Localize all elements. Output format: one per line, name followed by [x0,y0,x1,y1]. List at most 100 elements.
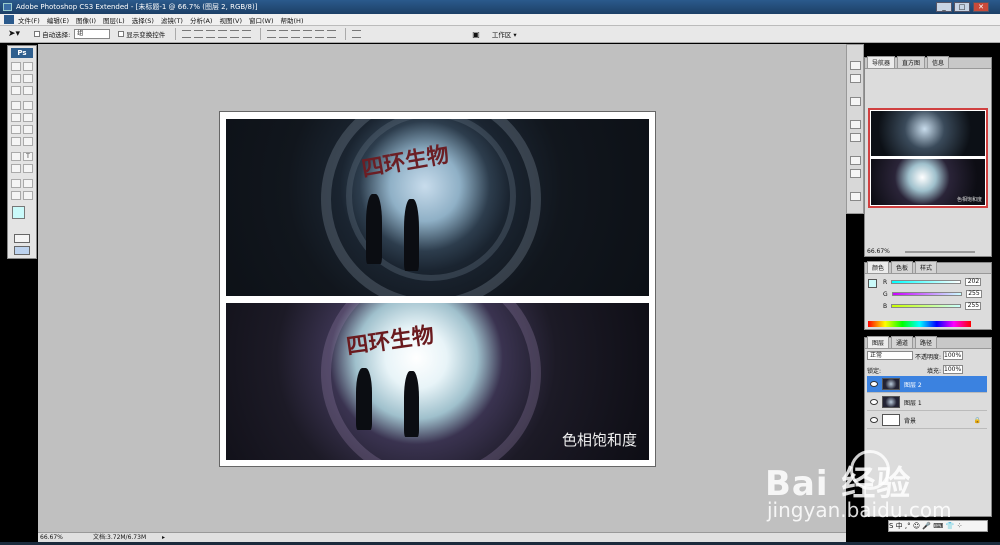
tab-paths[interactable]: 路径 [915,336,938,348]
document-canvas[interactable]: 四环生物 四环生物 色相饱和度 [219,111,656,467]
brushes-icon[interactable] [850,120,861,129]
close-button[interactable]: ✕ [973,2,989,12]
menu-layer[interactable]: 图层(L) [103,15,125,25]
slice-tool-icon[interactable] [23,86,33,95]
slider-b[interactable]: B 255 [883,302,982,310]
layer-row[interactable]: 图层 1 [867,394,987,411]
tab-layers[interactable]: 图层 [867,336,890,348]
channel-value[interactable]: 255 [965,290,982,298]
foreground-color-swatch[interactable] [12,206,25,219]
align-center-icon[interactable] [230,30,240,38]
color-fg-swatch[interactable] [868,279,877,288]
pen-tool-icon[interactable] [11,152,21,161]
navigator-zoom-slider[interactable] [905,251,975,253]
slider-track[interactable] [891,292,962,296]
eraser-tool-icon[interactable] [11,125,21,134]
gradient-tool-icon[interactable] [23,125,33,134]
tab-styles[interactable]: 样式 [915,261,938,273]
eye-icon[interactable] [870,381,878,387]
history-brush-tool-icon[interactable] [23,113,33,122]
tab-swatches[interactable]: 色板 [891,261,914,273]
align-middle-icon[interactable] [194,30,204,38]
workspace-button[interactable]: 工作区 ▾ [492,29,517,39]
distribute-bottom-icon[interactable] [291,30,301,38]
layer-comps-icon[interactable] [850,192,861,201]
distribute-right-icon[interactable] [327,30,337,38]
slider-r[interactable]: R 202 [883,278,982,286]
history-icon[interactable] [850,61,861,70]
menu-window[interactable]: 窗口(W) [249,15,274,25]
tool-presets-icon[interactable] [850,97,861,106]
ps-system-menu-icon[interactable] [4,15,14,24]
auto-select-checkbox[interactable] [34,31,41,37]
tab-channels[interactable]: 通道 [891,336,914,348]
distribute-left-icon[interactable] [303,30,313,38]
color-spectrum[interactable] [868,321,971,327]
channel-value[interactable]: 255 [965,302,982,310]
character-icon[interactable] [850,156,861,165]
menu-edit[interactable]: 编辑(E) [47,15,69,25]
layer-name[interactable]: 图层 1 [904,398,922,407]
zoom-tool-icon[interactable] [23,191,33,200]
menu-image[interactable]: 图像(I) [76,15,96,25]
lasso-tool-icon[interactable] [11,74,21,83]
notes-tool-icon[interactable] [11,179,21,188]
dodge-tool-icon[interactable] [23,137,33,146]
slider-track[interactable] [891,304,962,308]
hand-tool-icon[interactable] [11,191,21,200]
auto-align-icon[interactable] [352,30,362,38]
menu-file[interactable]: 文件(F) [18,15,40,25]
tab-info[interactable]: 信息 [927,56,950,68]
show-transform-checkbox[interactable] [118,31,125,37]
zoom-level[interactable]: 66.67% [40,533,63,542]
menu-filter[interactable]: 滤镜(T) [161,15,183,25]
actions-icon[interactable] [850,74,861,83]
ime-status[interactable]: S 中 ,° ☺ 🎤 ⌨ 👕 ⁘ [889,522,962,530]
maximize-button[interactable]: □ [954,2,970,12]
clone-stamp-tool-icon[interactable] [11,113,21,122]
brush-tool-icon[interactable] [23,101,33,110]
marquee-tool-icon[interactable] [11,62,21,71]
eye-icon[interactable] [870,399,878,405]
layer-name[interactable]: 背景 [904,416,916,425]
menu-analysis[interactable]: 分析(A) [190,15,213,25]
channel-value[interactable]: 202 [965,278,982,286]
tab-navigator[interactable]: 导航器 [867,56,896,68]
healing-brush-tool-icon[interactable] [11,101,21,110]
menu-help[interactable]: 帮助(H) [281,15,304,25]
status-arrow-icon[interactable]: ▸ [162,533,165,542]
eyedropper-tool-icon[interactable] [23,179,33,188]
fill-input[interactable]: 100% [943,365,963,374]
distribute-middle-icon[interactable] [279,30,289,38]
layer-row[interactable]: 背景 🔒 [867,412,987,429]
slider-g[interactable]: G 255 [883,290,982,298]
layer-row[interactable]: 图层 2 [867,376,987,393]
menu-view[interactable]: 视图(V) [219,15,242,25]
clone-source-icon[interactable] [850,133,861,142]
menu-select[interactable]: 选择(S) [132,15,154,25]
layer-name[interactable]: 图层 2 [904,380,922,389]
navigator-zoom[interactable]: 66.67% [867,248,890,255]
eye-icon[interactable] [870,417,878,423]
magic-wand-tool-icon[interactable] [23,74,33,83]
paragraph-icon[interactable] [850,169,861,178]
slider-track[interactable] [891,280,962,284]
opacity-input[interactable]: 100% [943,351,963,360]
align-top-icon[interactable] [182,30,192,38]
blur-tool-icon[interactable] [11,137,21,146]
minimize-button[interactable]: _ [936,2,952,12]
path-selection-tool-icon[interactable] [11,164,21,173]
align-left-icon[interactable] [218,30,228,38]
distribute-top-icon[interactable] [267,30,277,38]
auto-select-dropdown[interactable]: 组 [74,29,111,39]
dock-palette-icon[interactable]: ▣ [472,30,480,39]
align-bottom-icon[interactable] [206,30,216,38]
ime-toolbar[interactable]: S 中 ,° ☺ 🎤 ⌨ 👕 ⁘ [888,520,988,532]
navigator-preview[interactable]: 色相饱和度 [868,108,988,208]
blend-mode-select[interactable]: 正常 [867,351,913,360]
move-tool-icon[interactable] [23,62,33,71]
distribute-center-icon[interactable] [315,30,325,38]
quick-mask-icon[interactable] [14,234,30,243]
move-tool-icon[interactable]: ➤▾ [8,29,20,39]
tab-color[interactable]: 颜色 [867,261,890,273]
